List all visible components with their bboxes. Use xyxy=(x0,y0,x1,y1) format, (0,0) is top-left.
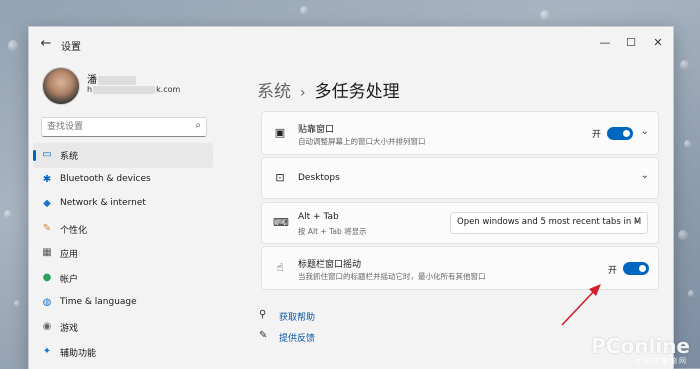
setting-card-desktops[interactable]: ⊡ Desktops ⌄ xyxy=(261,157,659,199)
avatar[interactable] xyxy=(42,67,80,105)
breadcrumb: 系统 › 多任务处理 xyxy=(257,77,400,102)
water-drop xyxy=(540,10,550,21)
sidebar-item-label: 游戏 xyxy=(60,324,79,335)
sidebar-nav: ▭ 系统 ✱ Bluetooth & devices ◆ Network & i… xyxy=(33,143,213,364)
sidebar-item-label: 应用 xyxy=(60,250,79,261)
sidebar-item-gaming[interactable]: ◉ 游戏 xyxy=(33,315,213,340)
profile-email: h k.com xyxy=(87,85,181,94)
sidebar-item-accessibility[interactable]: ✦ 辅助功能 xyxy=(33,340,213,365)
water-drop xyxy=(680,60,689,70)
watermark-logo: PConline xyxy=(591,334,690,358)
sidebar-item-label: Network & internet xyxy=(60,198,146,209)
shake-cursor-icon: ☝ xyxy=(276,261,284,274)
give-feedback-link[interactable]: 提供反馈 xyxy=(279,331,315,344)
sidebar-item-label: 系统 xyxy=(60,152,79,162)
profile-name: 潘 xyxy=(87,71,137,86)
wifi-icon: ◆ xyxy=(43,198,51,210)
page-title: 多任务处理 xyxy=(314,82,400,102)
sidebar-item-label: 帐户 xyxy=(60,274,79,285)
dropdown-value: Open windows and 5 most recent tabs in M xyxy=(457,217,642,227)
water-drop xyxy=(300,6,308,15)
sidebar-item-apps[interactable]: ▦ 应用 xyxy=(33,241,213,266)
get-help-link[interactable]: 获取帮助 xyxy=(279,310,315,323)
water-drop xyxy=(678,230,688,240)
snap-toggle[interactable] xyxy=(607,127,633,140)
search-box[interactable]: ⌕ xyxy=(41,117,207,137)
search-input[interactable] xyxy=(47,119,187,134)
water-drop xyxy=(8,40,18,52)
chevron-down-icon[interactable]: ⌄ xyxy=(641,170,649,181)
card-title: Alt + Tab xyxy=(298,212,339,222)
sidebar-item-bluetooth[interactable]: ✱ Bluetooth & devices xyxy=(33,168,213,193)
app-title: 设置 xyxy=(61,42,81,53)
water-drop xyxy=(688,290,694,297)
snap-layout-icon: ▣ xyxy=(274,126,286,139)
card-subtitle: 自动调整屏幕上的窗口大小并排列窗口 xyxy=(298,137,426,146)
shake-toggle[interactable] xyxy=(623,262,649,275)
water-drop xyxy=(14,300,20,307)
watermark-subtitle: 太平洋电脑网 xyxy=(634,357,688,365)
bluetooth-icon: ✱ xyxy=(42,173,52,185)
chevron-down-icon[interactable]: ⌄ xyxy=(641,126,649,137)
breadcrumb-parent[interactable]: 系统 xyxy=(257,82,291,102)
display-icon: ▭ xyxy=(42,149,52,160)
sidebar-item-label: 辅助功能 xyxy=(60,348,97,359)
back-arrow-icon[interactable]: ← xyxy=(37,35,55,53)
settings-window: ← 设置 — ☐ ✕ 潘 hk.com ⌕ ▭ 系统 ✱ Bluetooth &… xyxy=(28,26,674,369)
brush-icon: ✎ xyxy=(42,222,52,234)
card-title: Desktops xyxy=(298,173,340,183)
setting-card-snap-windows[interactable]: ▣ 贴靠窗口 自动调整屏幕上的窗口大小并排列窗口 开 ⌄ xyxy=(261,111,659,155)
toggle-state-label: 开 xyxy=(608,266,618,276)
sidebar-item-system[interactable]: ▭ 系统 xyxy=(33,143,213,168)
apps-icon: ▦ xyxy=(42,247,52,259)
keyboard-icon: ⌨ xyxy=(273,216,289,229)
water-drop xyxy=(4,210,12,218)
toggle-state-label: 开 xyxy=(592,130,602,140)
setting-card-alt-tab: ⌨ Alt + Tab 按 Alt + Tab 将显示 Open windows… xyxy=(261,202,659,244)
help-icon: ⚲ xyxy=(259,309,267,320)
person-icon: ● xyxy=(42,271,52,283)
card-title: 标题栏窗口摇动 xyxy=(298,260,362,270)
alt-tab-dropdown[interactable]: Open windows and 5 most recent tabs in M… xyxy=(450,212,648,234)
card-title: 贴靠窗口 xyxy=(298,125,335,135)
sidebar-item-label: Time & language xyxy=(60,296,137,307)
desktops-icon: ⊡ xyxy=(275,171,285,184)
feedback-icon: ✎ xyxy=(259,330,268,341)
minimize-button[interactable]: — xyxy=(593,33,617,53)
sidebar-item-label: 个性化 xyxy=(60,225,88,236)
sidebar-item-personalization[interactable]: ✎ 个性化 xyxy=(33,217,213,242)
search-icon[interactable]: ⌕ xyxy=(195,120,201,131)
water-drop xyxy=(684,140,691,148)
close-button[interactable]: ✕ xyxy=(646,33,670,53)
breadcrumb-separator: › xyxy=(300,85,306,101)
sidebar-item-time-language[interactable]: ◍ Time & language xyxy=(33,291,213,316)
maximize-button[interactable]: ☐ xyxy=(619,33,643,53)
sidebar-item-accounts[interactable]: ● 帐户 xyxy=(33,266,213,291)
accessibility-icon: ✦ xyxy=(42,345,52,357)
chevron-down-icon: ⌄ xyxy=(633,216,641,226)
card-subtitle: 按 Alt + Tab 将显示 xyxy=(298,227,367,236)
sidebar-item-label: Bluetooth & devices xyxy=(60,173,151,184)
card-subtitle: 当我抓住窗口的标题栏并摇动它时，最小化所有其他窗口 xyxy=(298,272,486,281)
setting-card-title-bar-shake: ☝ 标题栏窗口摇动 当我抓住窗口的标题栏并摇动它时，最小化所有其他窗口 开 xyxy=(261,246,659,290)
sidebar-item-network[interactable]: ◆ Network & internet xyxy=(33,192,213,217)
gamepad-icon: ◉ xyxy=(42,321,52,333)
globe-clock-icon: ◍ xyxy=(42,296,52,308)
title-bar: ← 设置 — ☐ ✕ xyxy=(29,27,673,61)
